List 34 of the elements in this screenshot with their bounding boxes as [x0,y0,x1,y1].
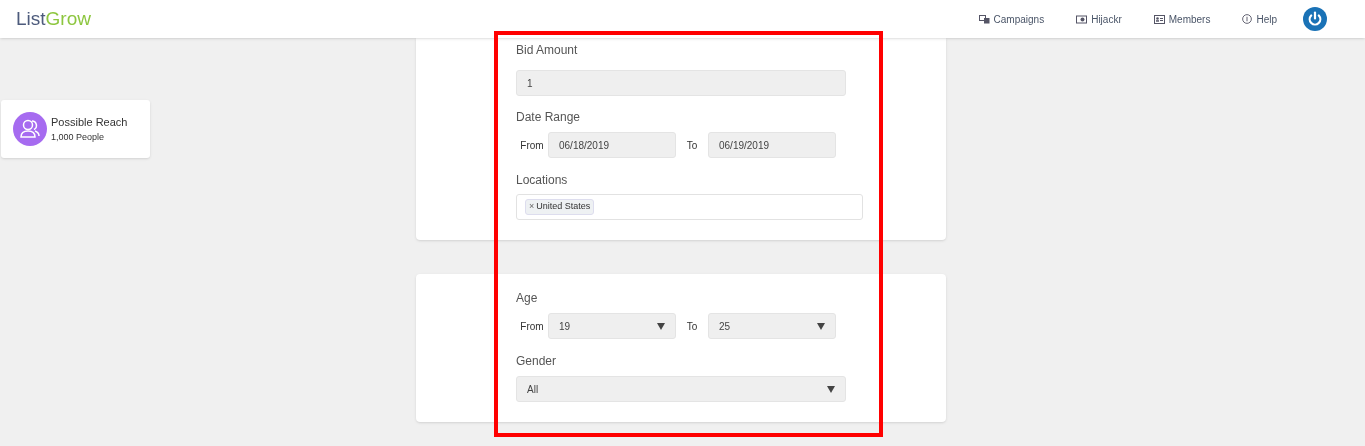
from-label: From [519,319,545,334]
date-field[interactable]: 06/18/2019 [548,132,676,158]
nav-link[interactable]: Members [1153,11,1211,27]
dropdown-arrow-icon [657,322,665,330]
reach-value: 1,000 People [51,130,106,144]
from-label: From [519,138,545,153]
location-tag[interactable]: × United States [525,199,595,215]
field-label: Bid Amount [516,44,579,56]
field-label: Age [516,292,539,304]
id-card-icon [1153,14,1165,24]
field-label: Gender [516,355,558,367]
chat-icon [978,14,990,24]
nav-link[interactable]: Help [1242,11,1277,27]
field-label: Locations [516,174,569,186]
nav-link[interactable]: Campaigns [978,11,1045,27]
camera-icon [1076,14,1088,24]
bid-amount-field[interactable]: 1 [516,70,846,96]
field-label: Date Range [516,111,582,123]
users-icon [13,112,47,146]
reach-title: Possible Reach [51,115,128,130]
to-label: To [685,319,699,334]
gender-select[interactable]: All [516,376,846,402]
date-field[interactable]: 06/19/2019 [708,132,836,158]
info-icon [1242,14,1253,24]
locations-field[interactable]: × United States [516,194,863,220]
logo[interactable]: ListGrow [16,4,91,34]
dropdown-arrow-icon [827,385,835,393]
nav-link[interactable]: Hijackr [1076,11,1122,27]
age-select[interactable]: 19 [548,313,676,339]
power-icon[interactable] [1303,7,1327,31]
dropdown-arrow-icon [817,322,825,330]
to-label: To [685,138,699,153]
age-select[interactable]: 25 [708,313,836,339]
remove-tag-icon[interactable]: × [529,200,535,214]
